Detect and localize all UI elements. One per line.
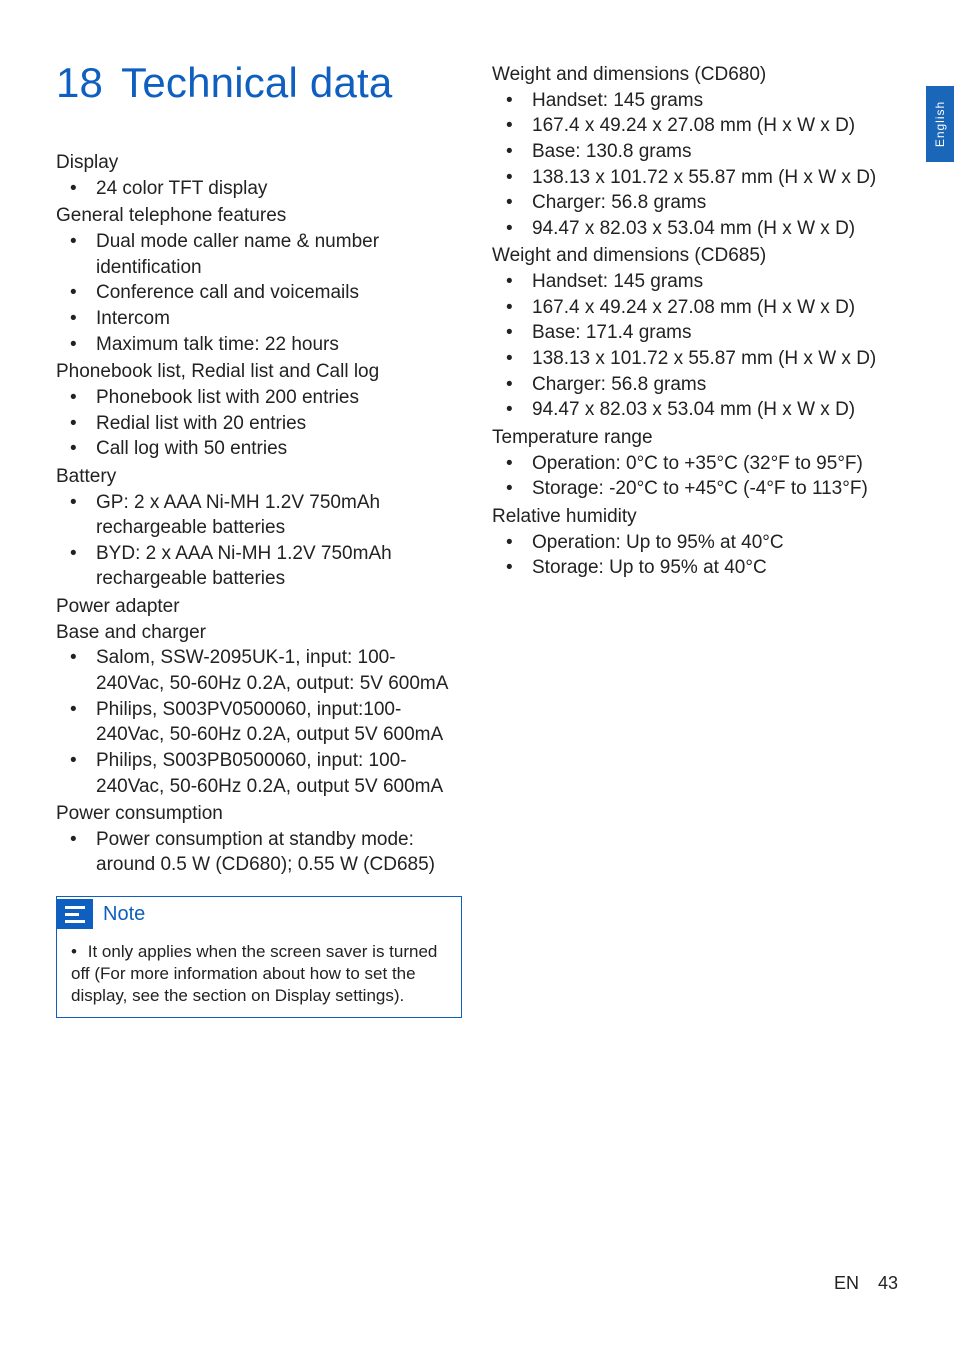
left-column: 18 Technical data Display24 color TFT di… <box>56 60 462 1018</box>
section-heading: Relative humidity <box>492 504 898 530</box>
list-item: Charger: 56.8 grams <box>532 190 898 216</box>
section-heading: Temperature range <box>492 425 898 451</box>
bullet-list: Phonebook list with 200 entriesRedial li… <box>56 385 462 462</box>
section-heading: Weight and dimensions (CD685) <box>492 243 898 269</box>
list-item: Storage: Up to 95% at 40°C <box>532 555 898 581</box>
note-body: • It only applies when the screen saver … <box>57 935 461 1017</box>
list-item: Operation: 0°C to +35°C (32°F to 95°F) <box>532 451 898 477</box>
bullet-list: Power consumption at standby mode: aroun… <box>56 827 462 878</box>
list-item: 24 color TFT display <box>96 176 462 202</box>
section-heading: Display <box>56 150 462 176</box>
list-item: Philips, S003PV0500060, input:100-240Vac… <box>96 697 462 748</box>
bullet-list: Dual mode caller name & number identific… <box>56 229 462 357</box>
side-tab-label: English <box>933 101 947 147</box>
bullet-list: Handset: 145 grams167.4 x 49.24 x 27.08 … <box>492 269 898 423</box>
chapter-number: 18 <box>56 60 110 106</box>
section-heading: Power consumption <box>56 801 462 827</box>
list-item: Intercom <box>96 306 462 332</box>
section-heading: Phonebook list, Redial list and Call log <box>56 359 462 385</box>
list-item: Conference call and voicemails <box>96 280 462 306</box>
note-icon <box>57 899 93 929</box>
list-item: 167.4 x 49.24 x 27.08 mm (H x W x D) <box>532 295 898 321</box>
list-item: Base: 130.8 grams <box>532 139 898 165</box>
note-text: It only applies when the screen saver is… <box>71 942 437 1005</box>
list-item: 94.47 x 82.03 x 53.04 mm (H x W x D) <box>532 216 898 242</box>
note-header: Note <box>57 897 461 935</box>
list-item: Dual mode caller name & number identific… <box>96 229 462 280</box>
list-item: GP: 2 x AAA Ni-MH 1.2V 750mAh rechargeab… <box>96 490 462 541</box>
bullet-list: 24 color TFT display <box>56 176 462 202</box>
page-title: 18 Technical data <box>56 60 462 106</box>
list-item: Philips, S003PB0500060, input: 100-240Va… <box>96 748 462 799</box>
page-footer: EN 43 <box>834 1273 898 1294</box>
list-item: Power consumption at standby mode: aroun… <box>96 827 462 878</box>
footer-lang: EN <box>834 1273 859 1293</box>
list-item: 94.47 x 82.03 x 53.04 mm (H x W x D) <box>532 397 898 423</box>
list-item: BYD: 2 x AAA Ni-MH 1.2V 750mAh rechargea… <box>96 541 462 592</box>
list-item: Handset: 145 grams <box>532 88 898 114</box>
section-heading: Weight and dimensions (CD680) <box>492 62 898 88</box>
list-item: Handset: 145 grams <box>532 269 898 295</box>
list-item: Redial list with 20 entries <box>96 411 462 437</box>
list-item: Base: 171.4 grams <box>532 320 898 346</box>
list-item: 167.4 x 49.24 x 27.08 mm (H x W x D) <box>532 113 898 139</box>
language-side-tab: English <box>926 86 954 162</box>
bullet-list: Salom, SSW-2095UK-1, input: 100-240Vac, … <box>56 645 462 799</box>
list-item: 138.13 x 101.72 x 55.87 mm (H x W x D) <box>532 346 898 372</box>
list-item: Charger: 56.8 grams <box>532 372 898 398</box>
footer-page-number: 43 <box>878 1273 898 1293</box>
section-heading: Battery <box>56 464 462 490</box>
section-heading: Power adapter <box>56 594 462 620</box>
list-item: Phonebook list with 200 entries <box>96 385 462 411</box>
right-column: Weight and dimensions (CD680)Handset: 14… <box>492 60 898 1018</box>
bullet-list: GP: 2 x AAA Ni-MH 1.2V 750mAh rechargeab… <box>56 490 462 593</box>
list-item: 138.13 x 101.72 x 55.87 mm (H x W x D) <box>532 165 898 191</box>
bullet-list: Handset: 145 grams167.4 x 49.24 x 27.08 … <box>492 88 898 242</box>
list-item: Call log with 50 entries <box>96 436 462 462</box>
list-item: Maximum talk time: 22 hours <box>96 332 462 358</box>
section-heading: General telephone features <box>56 203 462 229</box>
page-content: 18 Technical data Display24 color TFT di… <box>0 0 954 1058</box>
list-item: Storage: -20°C to +45°C (-4°F to 113°F) <box>532 476 898 502</box>
list-item: Salom, SSW-2095UK-1, input: 100-240Vac, … <box>96 645 462 696</box>
chapter-title: Technical data <box>121 59 392 106</box>
bullet-list: Operation: 0°C to +35°C (32°F to 95°F)St… <box>492 451 898 502</box>
section-subline: Base and charger <box>56 620 462 646</box>
list-item: Operation: Up to 95% at 40°C <box>532 530 898 556</box>
note-title: Note <box>103 903 145 926</box>
bullet-list: Operation: Up to 95% at 40°CStorage: Up … <box>492 530 898 581</box>
note-box: Note • It only applies when the screen s… <box>56 896 462 1018</box>
